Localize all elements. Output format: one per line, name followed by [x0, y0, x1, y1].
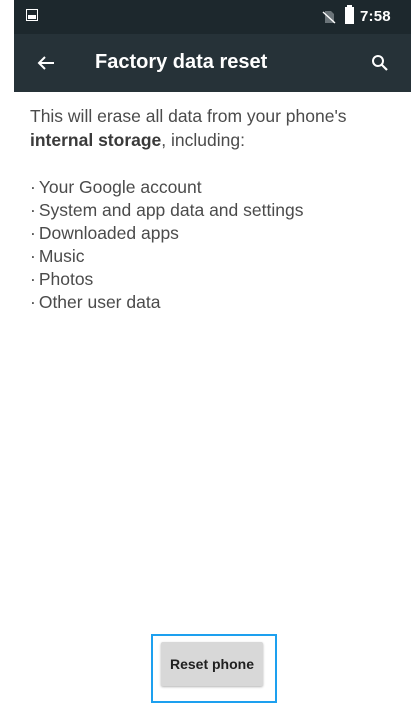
search-icon: [372, 55, 388, 71]
list-item: System and app data and settings: [30, 199, 406, 222]
list-item: Music: [30, 245, 406, 268]
gallery-icon: [26, 9, 38, 21]
intro-bold: internal storage: [30, 130, 162, 150]
no-sim-icon: [322, 11, 336, 24]
list-item: Downloaded apps: [30, 222, 406, 245]
status-time: 7:58: [360, 8, 391, 25]
list-item: Your Google account: [30, 176, 406, 199]
list-item: Other user data: [30, 291, 406, 314]
reset-phone-button[interactable]: Reset phone: [161, 642, 263, 686]
erase-list: Your Google account System and app data …: [30, 176, 406, 314]
screen: 7:58 Factory data reset This will erase …: [14, 0, 411, 703]
intro-text: This will erase all data from your phone…: [30, 104, 406, 152]
intro-suffix: , including:: [161, 130, 245, 150]
page-title: Factory data reset: [95, 51, 268, 73]
arrow-left-icon: [37, 56, 54, 70]
list-item: Photos: [30, 268, 406, 291]
content: This will erase all data from your phone…: [30, 104, 406, 314]
app-bar: Factory data reset: [14, 34, 411, 92]
battery-icon: [345, 5, 354, 24]
intro-prefix: This will erase all data from your phone…: [30, 106, 347, 126]
back-button[interactable]: [28, 45, 64, 81]
status-bar: 7:58: [14, 0, 411, 34]
search-button[interactable]: [362, 45, 398, 81]
